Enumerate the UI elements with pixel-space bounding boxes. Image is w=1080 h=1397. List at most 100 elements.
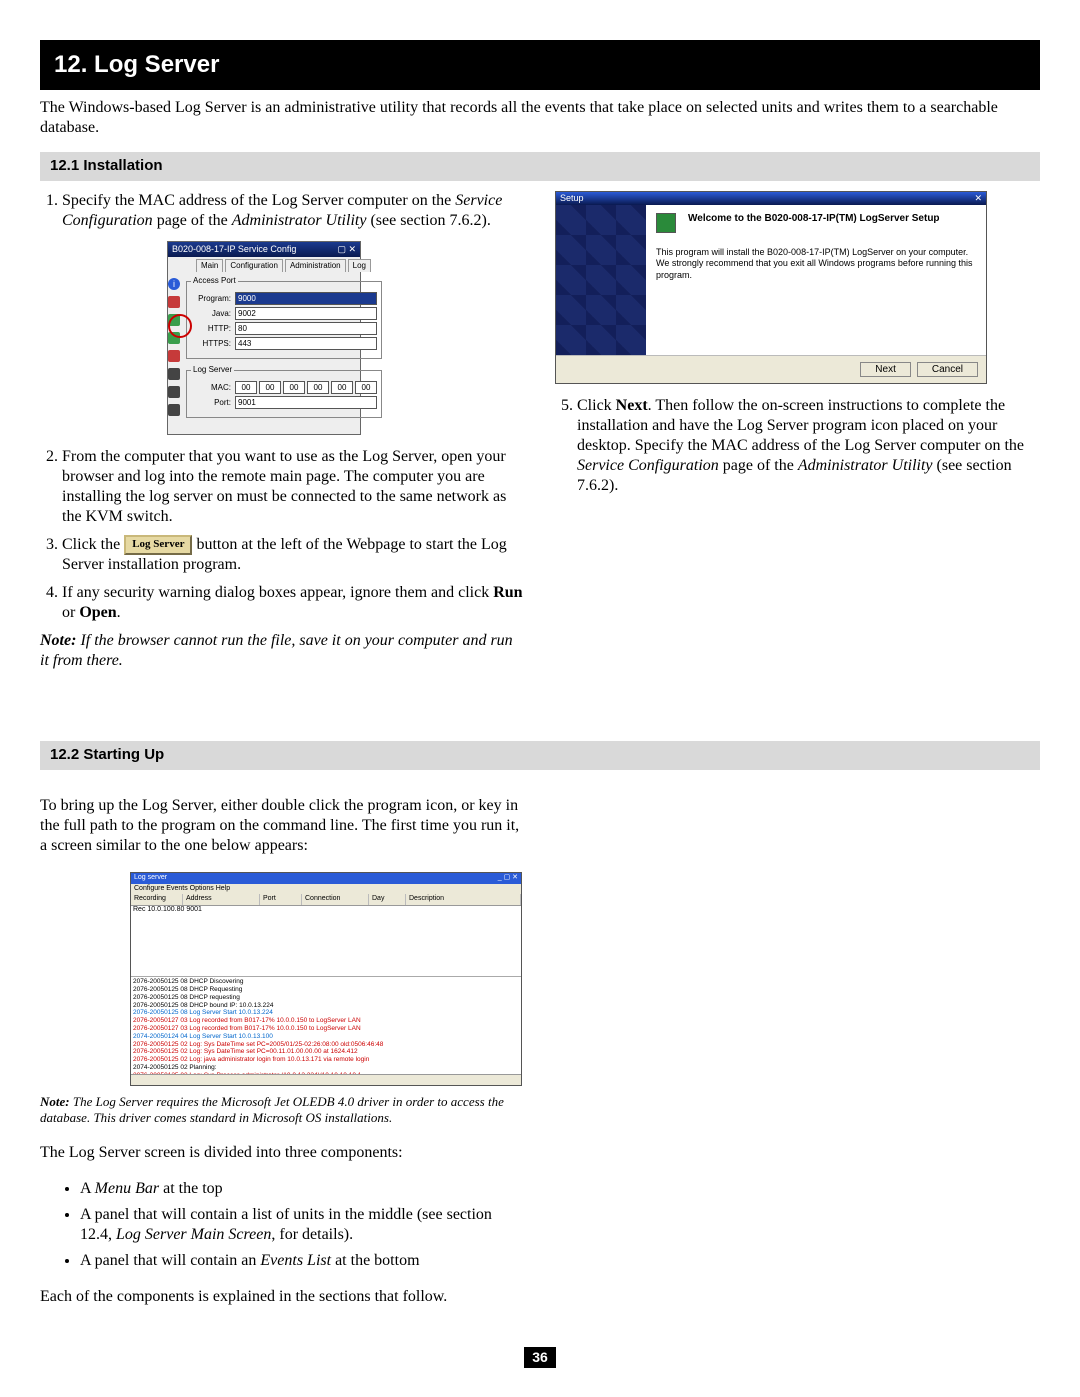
starting-up-intro: To bring up the Log Server, either doubl… xyxy=(40,796,525,856)
wizard-heading: Welcome to the B020-008-17-IP(TM) LogSer… xyxy=(688,213,940,226)
text: page of the xyxy=(719,457,798,474)
program-label: Program: xyxy=(191,294,231,304)
log-server-button[interactable]: Log Server xyxy=(124,535,192,555)
step-1: Specify the MAC address of the Log Serve… xyxy=(62,191,525,435)
event-row[interactable]: 2076-20050125 02 Log: java administrator… xyxy=(133,1056,519,1064)
note-label: Note: xyxy=(40,1094,70,1109)
program-input[interactable] xyxy=(235,292,377,305)
components-list: A Menu Bar at the top A panel that will … xyxy=(40,1179,525,1271)
tab-main[interactable]: Main xyxy=(196,259,223,272)
text: or xyxy=(62,604,79,621)
gear-icon[interactable] xyxy=(168,386,180,398)
unit-row[interactable]: Rec 10.0.100.80 9001 xyxy=(131,906,521,915)
note-body: If the browser cannot run the file, save… xyxy=(40,632,513,669)
col-address[interactable]: Address xyxy=(183,894,260,905)
java-label: Java: xyxy=(191,309,231,319)
install-steps-right: Click Next. Then follow the on-screen in… xyxy=(555,396,1040,496)
mac-label: MAC: xyxy=(191,383,231,393)
legend: Log Server xyxy=(191,365,234,375)
event-row[interactable]: 2076-20050125 08 DHCP requesting xyxy=(133,994,519,1002)
col-port[interactable]: Port xyxy=(260,894,302,905)
note-body: The Log Server requires the Microsoft Je… xyxy=(40,1094,504,1125)
event-row[interactable]: 2076-20050125 08 DHCP Discovering xyxy=(133,978,519,986)
log-server-group: Log Server MAC: xyxy=(186,365,382,418)
text: Click the xyxy=(62,536,124,553)
mac-2[interactable] xyxy=(283,381,305,394)
events-list[interactable]: 2076-20050125 08 DHCP Discovering2076-20… xyxy=(131,977,521,1074)
col-description[interactable]: Description xyxy=(406,894,521,905)
step-3: Click the Log Server button at the left … xyxy=(62,535,525,575)
step-5: Click Next. Then follow the on-screen in… xyxy=(577,396,1040,496)
chapter-intro: The Windows-based Log Server is an admin… xyxy=(40,98,1040,138)
mac-4[interactable] xyxy=(331,381,353,394)
status-bar xyxy=(131,1074,521,1085)
misc-icon[interactable] xyxy=(168,404,180,416)
tab-log[interactable]: Log xyxy=(348,259,371,272)
text: Click xyxy=(577,397,616,414)
page-number-label: 36 xyxy=(524,1347,556,1369)
note-1: Note: If the browser cannot run the file… xyxy=(40,631,525,671)
close-icon[interactable]: ✕ xyxy=(974,193,982,204)
logwin-menu[interactable]: Configure Events Options Help xyxy=(131,884,521,895)
window-title: B020-008-17-IP Service Config xyxy=(172,244,296,255)
text: at the top xyxy=(159,1180,223,1197)
user-icon[interactable] xyxy=(168,296,180,308)
text: Service Configuration xyxy=(577,457,719,474)
bullet-1: A Menu Bar at the top xyxy=(80,1179,525,1199)
event-row[interactable]: 2076-20050125 08 Log Server Start 10.0.1… xyxy=(133,1009,519,1017)
col-connection[interactable]: Connection xyxy=(302,894,369,905)
tab-administration[interactable]: Administration xyxy=(285,259,346,272)
http-input[interactable] xyxy=(235,322,377,335)
tabs: Main Configuration Administration Log xyxy=(168,257,360,272)
https-input[interactable] xyxy=(235,337,377,350)
event-row[interactable]: 2076-20050127 03 Log recorded from B017-… xyxy=(133,1017,519,1025)
text: at the bottom xyxy=(331,1252,419,1269)
highlight-circle xyxy=(168,314,192,338)
text: If any security warning dialog boxes app… xyxy=(62,584,493,601)
port-input[interactable] xyxy=(235,396,377,409)
text: page of the xyxy=(153,212,232,229)
event-row[interactable]: 2076-20050125 08 DHCP bound IP: 10.0.13.… xyxy=(133,1002,519,1010)
event-row[interactable]: 2076-20050127 03 Log recorded from B017-… xyxy=(133,1025,519,1033)
mac-3[interactable] xyxy=(307,381,329,394)
next-button[interactable]: Next xyxy=(860,362,911,377)
note-2: Note: The Log Server requires the Micros… xyxy=(40,1094,525,1127)
wizard-side-graphic xyxy=(556,205,646,355)
wizard-title: Setup xyxy=(560,193,584,204)
event-row[interactable]: 2074-20050125 02 Planning: xyxy=(133,1064,519,1072)
settings-icon[interactable] xyxy=(168,368,180,380)
https-label: HTTPS: xyxy=(191,339,231,349)
col-recording[interactable]: Recording xyxy=(131,894,183,905)
text: Next xyxy=(616,397,648,414)
section-12-2-heading: 12.2 Starting Up xyxy=(40,741,1040,770)
tab-configuration[interactable]: Configuration xyxy=(225,259,283,272)
event-row[interactable]: 2076-20050125 02 Log: Sys DateTime set P… xyxy=(133,1041,519,1049)
cancel-button[interactable]: Cancel xyxy=(917,362,978,377)
http-label: HTTP: xyxy=(191,324,231,334)
text: . xyxy=(117,604,121,621)
col-day[interactable]: Day xyxy=(369,894,406,905)
text: Log Server Main Screen xyxy=(116,1226,271,1243)
logwin-columns: Recording Address Port Connection Day De… xyxy=(131,894,521,906)
mac-5[interactable] xyxy=(355,381,377,394)
install-steps-left: Specify the MAC address of the Log Serve… xyxy=(40,191,525,623)
java-input[interactable] xyxy=(235,307,377,320)
event-row[interactable]: 2074-20050124 04 Log Server Start 10.0.1… xyxy=(133,1033,519,1041)
window-controls: _ ▢ ✕ xyxy=(498,874,518,883)
bullet-2: A panel that will contain a list of unit… xyxy=(80,1205,525,1245)
info-icon[interactable]: i xyxy=(168,278,180,290)
sidebar-icons: i xyxy=(168,272,180,434)
user2-icon[interactable] xyxy=(168,350,180,362)
unit-list[interactable]: Rec 10.0.100.80 9001 xyxy=(131,906,521,977)
mac-1[interactable] xyxy=(259,381,281,394)
text: (see section 7.6.2). xyxy=(366,212,490,229)
mac-0[interactable] xyxy=(235,381,257,394)
event-row[interactable]: 2076-20050125 02 Log: Sys DateTime set P… xyxy=(133,1048,519,1056)
event-row[interactable]: 2076-20050125 08 DHCP Requesting xyxy=(133,986,519,994)
components-intro: The Log Server screen is divided into th… xyxy=(40,1143,525,1163)
chapter-title: 12. Log Server xyxy=(40,40,1040,90)
window-title-bar: B020-008-17-IP Service Config ▢ ✕ xyxy=(168,242,360,257)
installer-icon xyxy=(656,213,676,233)
step-2: From the computer that you want to use a… xyxy=(62,447,525,527)
page-number: 36 xyxy=(40,1347,1040,1369)
